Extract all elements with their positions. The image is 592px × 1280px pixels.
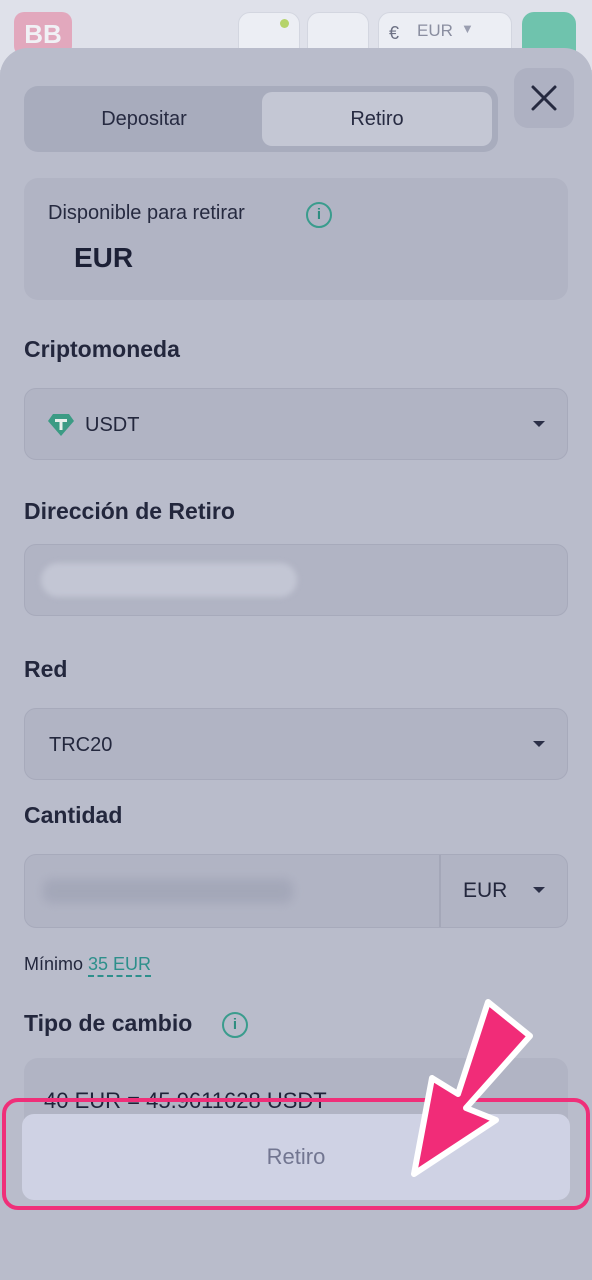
- amount-currency[interactable]: EUR: [463, 855, 507, 927]
- amount-field: EUR: [24, 854, 568, 928]
- divider: [439, 855, 441, 927]
- available-balance-card: Disponible para retirar i EUR: [24, 178, 568, 300]
- crypto-label: Criptomoneda: [24, 336, 180, 362]
- info-icon[interactable]: i: [306, 202, 332, 228]
- network-label: Red: [24, 656, 68, 682]
- info-icon[interactable]: i: [222, 1012, 248, 1038]
- close-button[interactable]: [514, 68, 574, 128]
- amount-input[interactable]: [43, 879, 293, 903]
- network-selected: TRC20: [49, 734, 113, 756]
- chevron-down-icon: ▼: [461, 21, 474, 36]
- tab-withdraw[interactable]: Retiro: [262, 92, 492, 146]
- available-label: Disponible para retirar: [48, 202, 245, 224]
- amount-label: Cantidad: [24, 802, 123, 828]
- network-select[interactable]: TRC20: [24, 708, 568, 780]
- crypto-selected: USDT: [85, 414, 140, 436]
- address-input[interactable]: [24, 544, 568, 616]
- euro-icon: €: [389, 23, 400, 43]
- chevron-down-icon: [533, 741, 545, 747]
- minimum-row: Mínimo 35 EUR: [24, 954, 152, 977]
- chevron-down-icon: [533, 887, 545, 893]
- minimum-value-link[interactable]: 35 EUR: [88, 954, 152, 977]
- exchange-label: Tipo de cambio: [24, 1010, 193, 1036]
- notification-dot: [280, 19, 289, 28]
- crypto-select[interactable]: USDT: [24, 388, 568, 460]
- tab-bar: Depositar Retiro: [24, 86, 498, 152]
- chevron-down-icon: [533, 421, 545, 427]
- tether-icon: [48, 414, 74, 436]
- pointer-arrow-icon: [411, 999, 533, 1177]
- available-currency: EUR: [74, 242, 134, 273]
- blurred-address: [41, 563, 297, 597]
- tab-deposit[interactable]: Depositar: [29, 92, 259, 146]
- minimum-label: Mínimo: [24, 954, 84, 974]
- currency-code: EUR: [417, 21, 453, 40]
- close-icon: [531, 85, 557, 111]
- address-label: Dirección de Retiro: [24, 498, 235, 524]
